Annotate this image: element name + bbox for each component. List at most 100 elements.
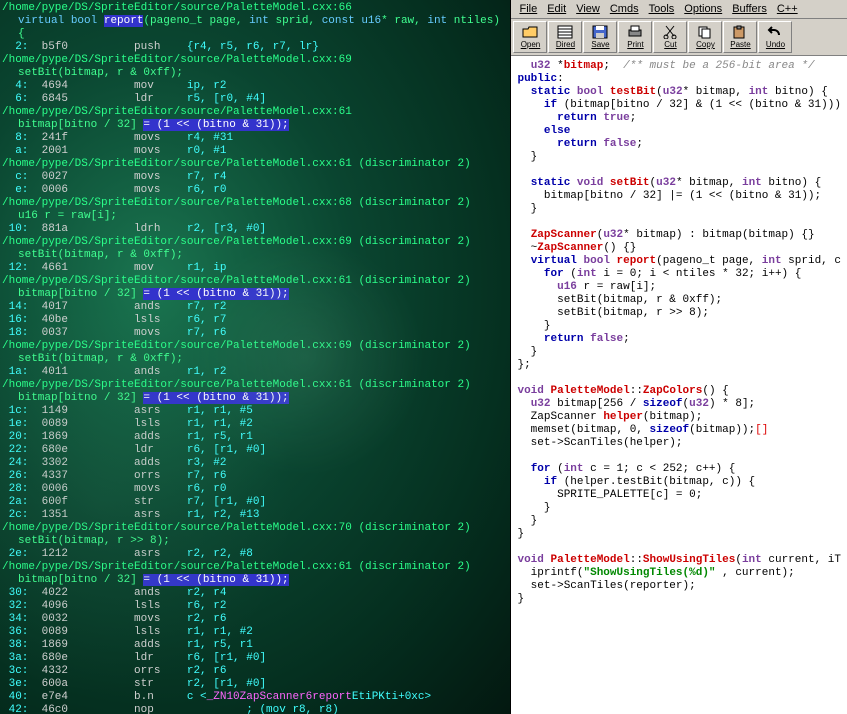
code-line: u32 bitmap[256 / sizeof(u32) * 8]; [517,398,841,411]
source-path: /home/pype/DS/SpriteEditor/source/Palett… [2,54,508,67]
undo-label: Undo [766,40,785,49]
asm-line: 40: e7e4 b.n c <_ZN10ZapScanner6reportEt… [2,691,508,704]
menu-cmds[interactable]: Cmds [606,2,643,16]
asm-line: 2e: 1212 asrs r2, r2, #8 [2,548,508,561]
code-line [517,541,841,554]
menu-tools[interactable]: Tools [645,2,679,16]
source-path: /home/pype/DS/SpriteEditor/source/Palett… [2,197,508,210]
code-line: } [517,320,841,333]
code-line [517,450,841,463]
code-line: set->ScanTiles(reporter); [517,580,841,593]
code-line: for (int i = 0; i < ntiles * 32; i++) { [517,268,841,281]
asm-line: 22: 680e ldr r6, [r1, #0] [2,444,508,457]
asm-line: 2c: 1351 asrs r1, r2, #13 [2,509,508,522]
code-line: u16 r = raw[i]; [517,281,841,294]
paste-label: Paste [730,40,750,49]
print-button[interactable]: Print [618,21,652,53]
copy-button[interactable]: Copy [688,21,722,53]
code-line: } [517,151,841,164]
code-line: static void setBit(u32* bitmap, int bitn… [517,177,841,190]
source-path: /home/pype/DS/SpriteEditor/source/Palett… [2,340,508,353]
asm-line: 34: 0032 movs r2, r6 [2,613,508,626]
asm-line: 14: 4017 ands r7, r2 [2,301,508,314]
code-line: static bool testBit(u32* bitmap, int bit… [517,86,841,99]
code-line: } [517,528,841,541]
asm-line: c: 0027 movs r7, r4 [2,171,508,184]
code-line [517,372,841,385]
source-path: /home/pype/DS/SpriteEditor/source/Palett… [2,379,508,392]
source-code[interactable]: u32 *bitmap; /** must be a 256-bit area … [511,56,847,714]
asm-line: 24: 3302 adds r3, #2 [2,457,508,470]
menu-buffers[interactable]: Buffers [728,2,771,16]
asm-line: a: 2001 movs r0, #1 [2,145,508,158]
asm-line: 18: 0037 movs r7, r6 [2,327,508,340]
print-label: Print [627,40,643,49]
source-line: virtual bool report(pageno_t page, int s… [2,15,508,41]
save-button[interactable]: Save [583,21,617,53]
menu-edit[interactable]: Edit [543,2,570,16]
open-button[interactable]: Open [513,21,547,53]
code-line: ~ZapScanner() {} [517,242,841,255]
asm-line: 12: 4661 mov r1, ip [2,262,508,275]
code-line: } [517,502,841,515]
source-line: setBit(bitmap, r & 0xff); [2,67,508,80]
paste-button[interactable]: Paste [723,21,757,53]
source-line: setBit(bitmap, r & 0xff); [2,249,508,262]
asm-line: 8: 241f movs r4, #31 [2,132,508,145]
asm-line: 2a: 600f str r7, [r1, #0] [2,496,508,509]
source-line: bitmap[bitno / 32] = (1 << (bitno & 31))… [2,288,508,301]
source-path: /home/pype/DS/SpriteEditor/source/Palett… [2,522,508,535]
copy-label: Copy [696,40,715,49]
asm-line: 1a: 4011 ands r1, r2 [2,366,508,379]
asm-line: 26: 4337 orrs r7, r6 [2,470,508,483]
menu-view[interactable]: View [572,2,604,16]
cut-label: Cut [664,40,676,49]
source-line: setBit(bitmap, r >> 8); [2,535,508,548]
code-line: setBit(bitmap, r & 0xff); [517,294,841,307]
code-line: SPRITE_PALETTE[c] = 0; [517,489,841,502]
save-label: Save [591,40,609,49]
source-path: /home/pype/DS/SpriteEditor/source/Palett… [2,158,508,171]
editor-pane: FileEditViewCmdsToolsOptionsBuffersC++ O… [510,0,847,714]
code-line: } [517,203,841,216]
menu-file[interactable]: File [515,2,541,16]
cut-button[interactable]: Cut [653,21,687,53]
source-path: /home/pype/DS/SpriteEditor/source/Palett… [2,106,508,119]
code-line: set->ScanTiles(helper); [517,437,841,450]
code-line: }; [517,359,841,372]
code-line: ZapScanner(u32* bitmap) : bitmap(bitmap)… [517,229,841,242]
dired-button[interactable]: Dired [548,21,582,53]
asm-line: 3a: 680e ldr r6, [r1, #0] [2,652,508,665]
asm-line: 20: 1869 adds r1, r5, r1 [2,431,508,444]
code-line: bitmap[bitno / 32] |= (1 << (bitno & 31)… [517,190,841,203]
source-line: u16 r = raw[i]; [2,210,508,223]
asm-line: 6: 6845 ldr r5, [r0, #4] [2,93,508,106]
source-path: /home/pype/DS/SpriteEditor/source/Palett… [2,275,508,288]
asm-line: 16: 40be lsls r6, r7 [2,314,508,327]
menu-options[interactable]: Options [680,2,726,16]
disassembly-pane[interactable]: /home/pype/DS/SpriteEditor/source/Palett… [0,0,510,714]
asm-line: 3c: 4332 orrs r2, r6 [2,665,508,678]
code-line: ZapScanner helper(bitmap); [517,411,841,424]
code-line: u32 *bitmap; /** must be a 256-bit area … [517,60,841,73]
code-line: void PaletteModel::ShowUsingTiles(int cu… [517,554,841,567]
code-line: return false; [517,333,841,346]
source-line: setBit(bitmap, r & 0xff); [2,353,508,366]
source-path: /home/pype/DS/SpriteEditor/source/Palett… [2,2,508,15]
code-line: public: [517,73,841,86]
undo-button[interactable]: Undo [758,21,792,53]
code-line: setBit(bitmap, r >> 8); [517,307,841,320]
code-line: if (helper.testBit(bitmap, c)) { [517,476,841,489]
code-line: } [517,515,841,528]
code-line: return true; [517,112,841,125]
source-line: bitmap[bitno / 32] = (1 << (bitno & 31))… [2,119,508,132]
asm-line: e: 0006 movs r6, r0 [2,184,508,197]
asm-line: 2: b5f0 push {r4, r5, r6, r7, lr} [2,41,508,54]
toolbar: Open Dired Save Print Cut Copy Paste Undo [511,19,847,56]
dired-label: Dired [556,40,575,49]
asm-line: 1c: 1149 asrs r1, r1, #5 [2,405,508,418]
menu-c++[interactable]: C++ [773,2,802,16]
asm-line: 10: 881a ldrh r2, [r3, #0] [2,223,508,236]
source-path: /home/pype/DS/SpriteEditor/source/Palett… [2,561,508,574]
code-line: } [517,346,841,359]
